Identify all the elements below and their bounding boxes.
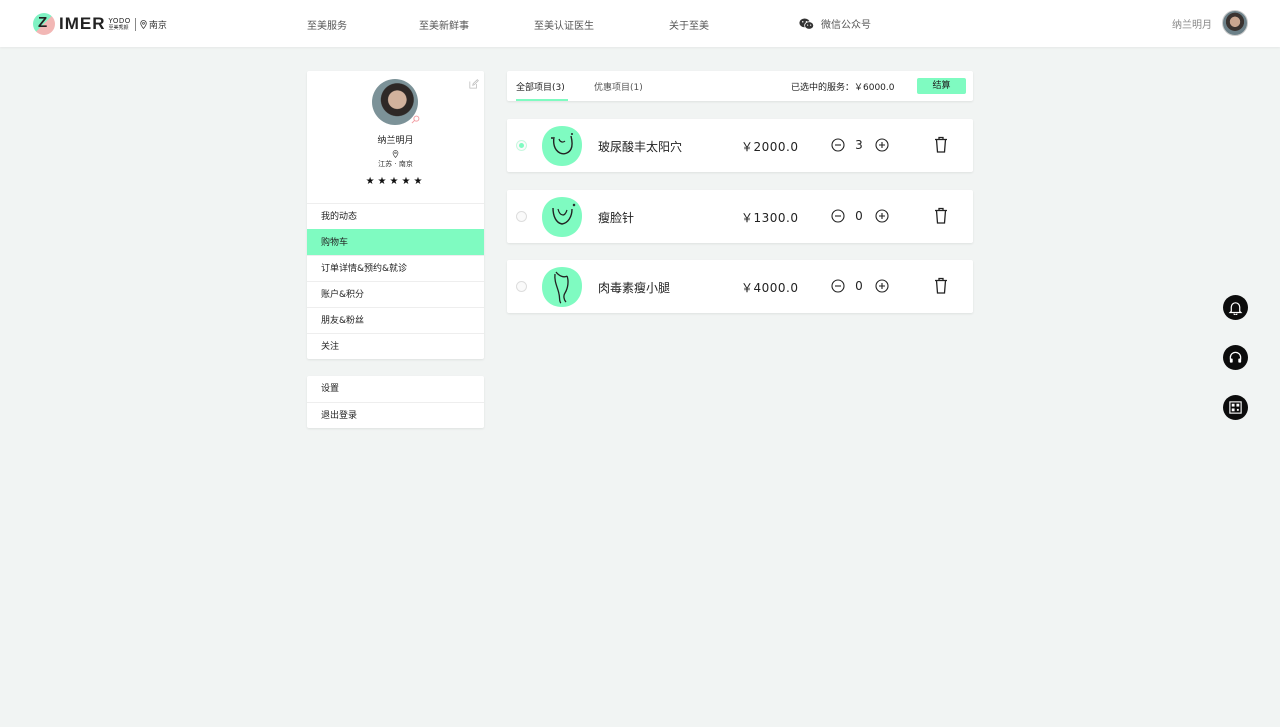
menu-item-orders[interactable]: 订单详情&预约&就诊 [307, 255, 484, 281]
trash-icon[interactable] [934, 136, 948, 153]
profile-location-pin-icon [392, 150, 399, 158]
plus-icon[interactable] [875, 209, 889, 223]
minus-icon[interactable] [831, 279, 845, 293]
item-name: 瘦脸针 [598, 211, 635, 225]
header-username: 纳兰明月 [1172, 19, 1212, 31]
qrcode-icon [1229, 401, 1242, 414]
item-select-radio[interactable] [516, 140, 527, 151]
nav-about[interactable]: 关于至美 [669, 17, 709, 32]
cart-tabs-bar: 全部项目(3) 优惠项目(1) 已选中的服务：￥6000.0 结算 [507, 71, 973, 101]
nav-doctors[interactable]: 至美认证医生 [534, 17, 594, 32]
item-name: 肉毒素瘦小腿 [598, 281, 671, 295]
face-icon [542, 197, 582, 237]
menu-item-activity[interactable]: 我的动态 [307, 203, 484, 229]
logo-sub-cn: 至美秀颜 [108, 24, 129, 31]
star-rating: ★★★★★ [365, 176, 426, 187]
item-quantity: 0 [855, 279, 863, 293]
cart-item: 玻尿酸丰太阳穴 ￥2000.0 3 [507, 119, 973, 172]
top-navbar: IMER YODO 至美秀颜 南京 至美服务 至美新鲜事 至美认证医生 关于至美… [0, 0, 1280, 47]
item-price: ￥2000.0 [741, 140, 799, 154]
profile-card: 纳兰明月 江苏 · 南京 ★★★★★ 我的动态 购物车 订单详情&预约&就诊 账… [307, 71, 484, 359]
logo-divider [134, 17, 136, 31]
item-name: 玻尿酸丰太阳穴 [598, 140, 683, 154]
item-quantity: 3 [855, 138, 863, 152]
checkout-button[interactable]: 结算 [917, 78, 966, 94]
tab-all-items[interactable]: 全部项目(3) [516, 80, 565, 93]
city-label: 南京 [148, 20, 167, 31]
menu-item-logout[interactable]: 退出登录 [307, 402, 484, 428]
profile-menu: 我的动态 购物车 订单详情&预约&就诊 账户&积分 朋友&粉丝 关注 [307, 203, 484, 359]
cart-item: 瘦脸针 ￥1300.0 0 [507, 190, 973, 243]
settings-card: 设置 退出登录 [307, 376, 484, 428]
menu-item-cart[interactable]: 购物车 [307, 229, 484, 255]
temple-icon [542, 126, 582, 166]
bell-icon [1228, 302, 1243, 315]
selected-total: 已选中的服务：￥6000.0 [791, 83, 895, 93]
logo-sub-en: YODO [108, 16, 131, 25]
minus-icon[interactable] [831, 209, 845, 223]
tab-discount-items[interactable]: 优惠项目(1) [594, 80, 643, 93]
menu-item-friends[interactable]: 朋友&粉丝 [307, 307, 484, 333]
qrcode-button[interactable] [1223, 395, 1248, 420]
trash-icon[interactable] [934, 207, 948, 224]
wechat-icon [799, 18, 814, 30]
edit-icon[interactable] [469, 79, 479, 89]
menu-item-follow[interactable]: 关注 [307, 333, 484, 359]
logo-text: IMER [59, 14, 106, 33]
notification-button[interactable] [1223, 295, 1248, 320]
profile-location: 江苏 · 南京 [378, 160, 413, 168]
menu-item-settings[interactable]: 设置 [307, 376, 484, 402]
item-quantity: 0 [855, 209, 863, 223]
plus-icon[interactable] [875, 279, 889, 293]
support-button[interactable] [1223, 345, 1248, 370]
item-price: ￥4000.0 [741, 281, 799, 295]
menu-item-account[interactable]: 账户&积分 [307, 281, 484, 307]
trash-icon[interactable] [934, 277, 948, 294]
brand-logo[interactable]: IMER YODO 至美秀颜 南京 [33, 12, 167, 36]
item-select-radio[interactable] [516, 211, 527, 222]
item-select-radio[interactable] [516, 281, 527, 292]
nav-news[interactable]: 至美新鲜事 [419, 17, 469, 32]
plus-icon[interactable] [875, 138, 889, 152]
user-menu[interactable]: 纳兰明月 [1172, 10, 1248, 36]
leg-icon [542, 267, 582, 307]
logo-mark-icon [33, 13, 55, 35]
nav-wechat[interactable]: 微信公众号 [799, 16, 871, 31]
city-selector[interactable]: 南京 [140, 18, 167, 31]
active-tab-indicator [516, 99, 568, 101]
item-price: ￥1300.0 [741, 211, 799, 225]
nav-service[interactable]: 至美服务 [307, 17, 347, 32]
logo-subtitle: YODO 至美秀颜 [108, 16, 131, 31]
nav-wechat-label: 微信公众号 [821, 20, 871, 31]
headset-icon [1229, 351, 1242, 363]
cart-item: 肉毒素瘦小腿 ￥4000.0 0 [507, 260, 973, 313]
location-pin-icon [140, 19, 147, 29]
minus-icon[interactable] [831, 138, 845, 152]
header-avatar[interactable] [1222, 10, 1248, 36]
search-mini-icon [411, 115, 420, 124]
profile-name: 纳兰明月 [377, 136, 414, 146]
